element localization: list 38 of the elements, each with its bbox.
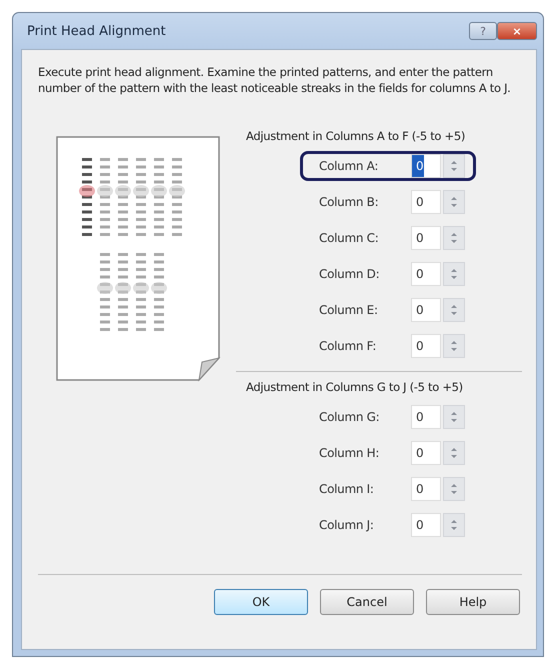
number-field[interactable]: 0 (411, 405, 441, 429)
help-button[interactable]: ? (469, 22, 497, 40)
spinner-arrows-icon[interactable] (443, 190, 465, 214)
field-label: Column F: (319, 339, 378, 353)
number-field[interactable]: 0 (411, 513, 441, 537)
window-title: Print Head Alignment (26, 24, 167, 38)
field-label: Column C: (319, 231, 380, 245)
field-label: Column H: (319, 446, 380, 460)
field-label: Column B: (319, 195, 380, 209)
spinner-arrows-icon[interactable] (443, 477, 465, 501)
group-label: Adjustment in Columns G to J (-5 to +5) (246, 380, 464, 394)
number-field[interactable]: 0 (411, 441, 441, 465)
spinner-arrows-icon[interactable] (443, 154, 465, 178)
number-field[interactable]: 0 (411, 154, 441, 178)
spinner-arrows-icon[interactable] (443, 405, 465, 429)
spinner-arrows-icon[interactable] (443, 513, 465, 537)
number-field[interactable]: 0 (411, 334, 441, 358)
dialog-button[interactable]: OK (214, 589, 308, 615)
number-field[interactable]: 0 (411, 477, 441, 501)
spinner-arrows-icon[interactable] (443, 441, 465, 465)
spinner-arrows-icon[interactable] (443, 334, 465, 358)
field-label: Column G: (319, 410, 380, 424)
field-label: Column D: (319, 267, 380, 281)
spinner-arrows-icon[interactable] (443, 226, 465, 250)
group-label: Adjustment in Columns A to F (-5 to +5) (246, 129, 466, 143)
spinner-arrows-icon[interactable] (443, 262, 465, 286)
dialog-button[interactable]: Help (426, 589, 520, 615)
field-label: Column J: (319, 518, 375, 532)
field-label: Column A: (319, 159, 380, 173)
number-field[interactable]: 0 (411, 190, 441, 214)
instructions-text: Execute print head alignment. Examine the printed patterns, and enter the pattern number of the pattern with the least noticeable streaks in the fields for columns A to J. (38, 64, 512, 96)
number-field[interactable]: 0 (411, 262, 441, 286)
field-label: Column I: (319, 482, 375, 496)
number-field[interactable]: 0 (411, 298, 441, 322)
spinner-arrows-icon[interactable] (443, 298, 465, 322)
dialog-button[interactable]: Cancel (320, 589, 414, 615)
field-label: Column E: (319, 303, 379, 317)
number-field[interactable]: 0 (411, 226, 441, 250)
